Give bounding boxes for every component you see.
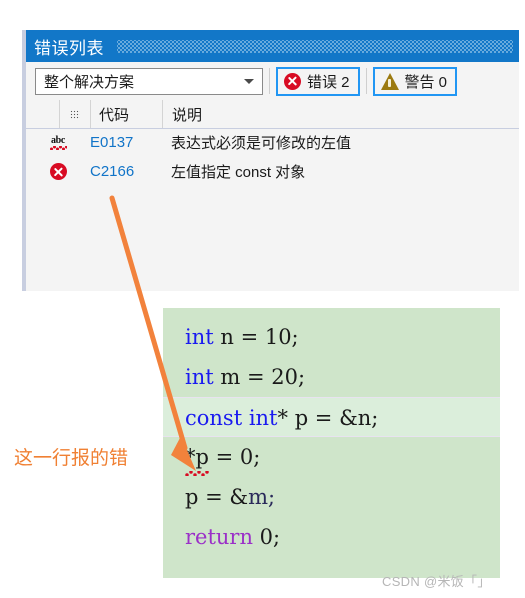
error-circle-icon <box>49 163 67 180</box>
column-header-code[interactable]: 代码 <box>90 100 162 128</box>
code-line: int n = 10; <box>163 317 500 357</box>
code-keyword: int <box>185 325 214 349</box>
error-grid-header: 代码 说明 <box>26 100 519 129</box>
code-text: * p = &n; <box>277 406 379 430</box>
row-code: E0137 <box>90 134 134 151</box>
row-severity-icon-cell <box>26 163 90 180</box>
code-keyword: return <box>185 525 253 549</box>
code-text: p = & <box>185 485 249 509</box>
page-title: 错误列表 <box>34 38 104 58</box>
code-identifier: m; <box>248 485 276 509</box>
scope-dropdown[interactable]: 整个解决方案 <box>35 67 263 95</box>
row-description: 表达式必须是可修改的左值 <box>171 135 352 152</box>
warning-triangle-icon <box>380 72 399 90</box>
code-line-highlighted: const int* p = &n; <box>163 397 500 437</box>
abc-spellcheck-icon: abc <box>49 135 67 150</box>
code-text: *p <box>185 445 209 469</box>
table-row[interactable]: C2166 左值指定 const 对象 <box>26 157 519 186</box>
code-keyword: int <box>185 365 214 389</box>
panel-title-bar: 错误列表 <box>26 30 519 62</box>
column-header-icon[interactable] <box>59 100 90 128</box>
grid-dots-icon <box>70 109 80 119</box>
row-severity-icon-cell: abc <box>26 135 90 150</box>
error-squiggle-token: *p <box>185 437 209 477</box>
toolbar-divider-2 <box>365 68 367 94</box>
code-text: n = 10; <box>213 325 299 349</box>
row-description: 左值指定 const 对象 <box>171 164 306 181</box>
red-squiggle-icon <box>185 471 209 476</box>
chevron-down-icon <box>244 78 254 84</box>
code-line-error: *p = 0; <box>163 437 500 477</box>
column-header-description[interactable]: 说明 <box>162 100 519 128</box>
error-count-button[interactable]: 错误 2 <box>276 66 360 96</box>
table-row[interactable]: abc E0137 表达式必须是可修改的左值 <box>26 128 519 157</box>
code-text: 0; <box>253 525 281 549</box>
panel-toolbar: 整个解决方案 错误 2 警告 0 <box>26 62 519 100</box>
scope-dropdown-label: 整个解决方案 <box>44 73 135 91</box>
error-count-label: 错误 2 <box>307 73 350 91</box>
code-line: p = &m; <box>163 477 500 517</box>
code-text: m = 20; <box>213 365 306 389</box>
code-line: int m = 20; <box>163 357 500 397</box>
toolbar-divider-1 <box>269 68 270 94</box>
warning-count-button[interactable]: 警告 0 <box>372 66 458 96</box>
column-header-blank[interactable] <box>26 100 59 128</box>
error-list-panel: 错误列表 整个解决方案 错误 2 警告 0 代码 说明 abc E0137 表达… <box>22 30 519 291</box>
error-circle-icon <box>284 72 301 90</box>
warning-count-label: 警告 0 <box>404 73 448 91</box>
annotation-label: 这一行报的错 <box>14 448 129 469</box>
row-code: C2166 <box>90 163 135 180</box>
code-text: = 0; <box>208 445 261 469</box>
titlebar-grip-icon <box>117 39 513 53</box>
watermark-text: CSDN @米饭「」 <box>382 574 491 589</box>
code-line: return 0; <box>163 517 500 557</box>
code-snippet-block: int n = 10; int m = 20; const int* p = &… <box>163 308 500 578</box>
code-keyword: const int <box>185 406 278 430</box>
